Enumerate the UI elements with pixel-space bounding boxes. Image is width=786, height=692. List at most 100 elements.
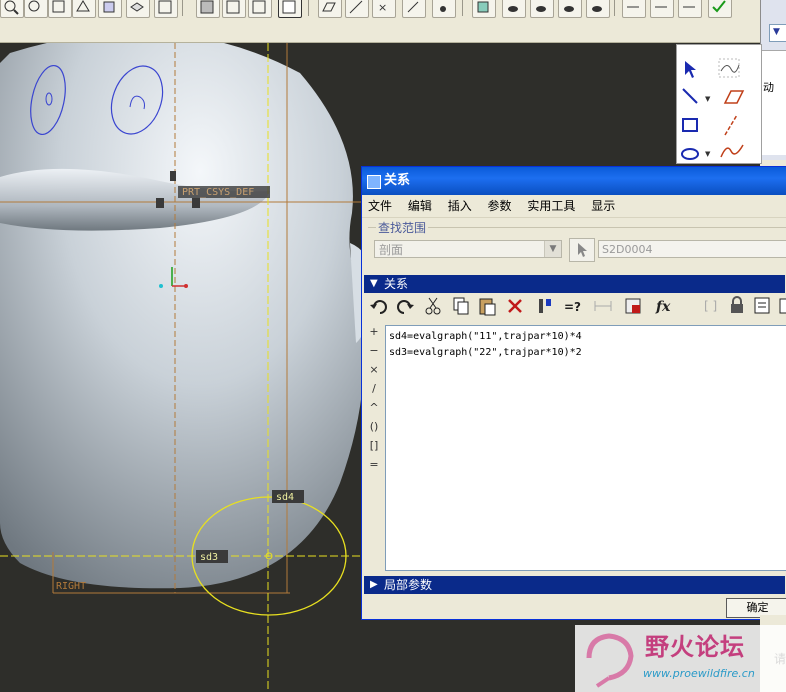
operator-palette: + − × / ^ () [] = xyxy=(366,325,382,477)
svg-text:[ ]: [ ] xyxy=(704,299,717,313)
panel-dropdown[interactable]: ▼ xyxy=(769,24,786,42)
dialog-titlebar[interactable]: 关系 xyxy=(362,167,786,195)
relation-line: sd4=evalgraph("11",trajpar*10)*4 xyxy=(389,331,582,342)
accept-icon[interactable] xyxy=(708,0,732,18)
undo-icon[interactable] xyxy=(368,295,390,319)
arc-icon[interactable] xyxy=(720,144,744,158)
delete-icon[interactable] xyxy=(504,295,526,319)
relations-section-header[interactable]: ▼ 关系 xyxy=(364,275,785,293)
toolbar-separator xyxy=(614,0,615,16)
menu-file[interactable]: 文件 xyxy=(368,199,392,213)
zoom-in-icon[interactable] xyxy=(0,0,24,18)
op-multiply[interactable]: × xyxy=(366,363,382,382)
no-hidden-icon[interactable] xyxy=(248,0,272,18)
select-arrow-icon[interactable] xyxy=(685,61,696,78)
op-brackets[interactable]: [] xyxy=(366,439,382,458)
line-icon[interactable]: ▼ xyxy=(682,88,711,104)
datum-point-icon[interactable]: × xyxy=(372,0,396,18)
appearance-icon[interactable] xyxy=(530,0,554,18)
scope-id-field[interactable]: S2D0004 xyxy=(598,240,786,258)
scope-select[interactable]: 剖面 ▼ xyxy=(374,240,562,258)
centerline-icon[interactable] xyxy=(724,114,738,136)
panel-body: 动 xyxy=(761,50,786,155)
chevron-down-icon: ▼ xyxy=(773,27,780,37)
saved-views-icon[interactable] xyxy=(98,0,122,18)
rectangle-icon[interactable] xyxy=(682,118,698,132)
measure-icon[interactable] xyxy=(592,295,614,319)
svg-text:=?: =? xyxy=(564,300,581,314)
relations-section-label: 关系 xyxy=(384,277,409,291)
orient-icon[interactable] xyxy=(72,0,96,18)
chevron-down-icon: ▼ xyxy=(544,241,561,257)
evaluate-icon[interactable]: =? xyxy=(562,295,584,319)
datum-axis-icon[interactable] xyxy=(345,0,369,18)
menu-insert[interactable]: 插入 xyxy=(448,199,472,213)
insert-parameter-icon[interactable]: [ ] xyxy=(700,295,722,319)
modify-icon[interactable] xyxy=(678,0,702,18)
sketch-view-icon[interactable] xyxy=(558,0,582,18)
watermark-url: www.proewildfire.cn xyxy=(643,667,755,680)
show-info-icon[interactable] xyxy=(778,295,786,319)
insert-function-icon[interactable]: fx xyxy=(654,295,676,319)
find-scope-label: 查找范围 xyxy=(376,219,429,236)
op-divide[interactable]: / xyxy=(366,382,382,401)
dialog-menubar: 文件 编辑 插入 参数 实用工具 显示 xyxy=(362,195,786,218)
op-equals[interactable]: = xyxy=(366,458,382,477)
model-tree-icon[interactable] xyxy=(154,0,178,18)
relation-line: sd3=evalgraph("22",trajpar*10)*2 xyxy=(389,347,582,358)
dimension-icon[interactable] xyxy=(650,0,674,18)
switch-names-icon[interactable] xyxy=(534,295,556,319)
verify-icon[interactable] xyxy=(752,295,774,319)
relations-editor[interactable]: sd4=evalgraph("11",trajpar*10)*4 sd3=eva… xyxy=(385,325,786,571)
menu-edit[interactable]: 编辑 xyxy=(408,199,432,213)
toolbar-separator xyxy=(308,0,309,16)
svg-text:fx: fx xyxy=(655,299,671,315)
csys-icon[interactable] xyxy=(402,0,426,18)
dim-sd4-label[interactable]: sd4 xyxy=(276,492,294,503)
parallelogram-icon[interactable] xyxy=(723,90,745,104)
spline-icon[interactable] xyxy=(718,58,740,78)
refit-icon[interactable] xyxy=(48,0,72,18)
panel-side-label: 动 xyxy=(763,81,774,94)
analysis-icon[interactable] xyxy=(586,0,610,18)
annotation-icon[interactable] xyxy=(432,0,456,18)
main-toolbar: × xyxy=(0,0,760,43)
dim-sd3-label[interactable]: sd3 xyxy=(200,552,218,563)
lock-icon[interactable] xyxy=(726,295,748,319)
menu-utilities[interactable]: 实用工具 xyxy=(527,199,575,213)
sort-relations-icon[interactable] xyxy=(622,295,644,319)
datum-plane-icon[interactable] xyxy=(318,0,342,18)
op-plus[interactable]: + xyxy=(366,325,382,344)
toolbar-separator xyxy=(462,0,463,16)
local-params-section-header[interactable]: ▶ 局部参数 xyxy=(364,576,785,594)
shading-icon[interactable] xyxy=(196,0,220,18)
watermark: 野火论坛 www.proewildfire.cn xyxy=(575,625,786,692)
forum-logo-icon xyxy=(586,633,634,688)
sketch-tool-palette: ▼ ▼ xyxy=(676,44,762,164)
hidden-line-icon[interactable] xyxy=(222,0,246,18)
select-arrow-icon xyxy=(578,243,587,257)
constraint-icon[interactable] xyxy=(622,0,646,18)
paste-icon[interactable] xyxy=(476,295,498,319)
view-manager-icon[interactable] xyxy=(502,0,526,18)
select-item-button[interactable] xyxy=(569,238,595,262)
layers-icon[interactable] xyxy=(126,0,150,18)
scope-value: 剖面 xyxy=(379,243,404,257)
op-power[interactable]: ^ xyxy=(366,401,382,420)
menu-parameters[interactable]: 参数 xyxy=(488,199,512,213)
copy-icon[interactable] xyxy=(450,295,472,319)
zoom-out-icon[interactable] xyxy=(24,0,48,18)
expand-icon: ▶ xyxy=(370,579,378,590)
redo-icon[interactable] xyxy=(394,295,416,319)
wireframe-icon[interactable] xyxy=(278,0,302,18)
local-params-label: 局部参数 xyxy=(384,578,433,592)
menu-display[interactable]: 显示 xyxy=(591,199,615,213)
op-minus[interactable]: − xyxy=(366,344,382,363)
op-parentheses[interactable]: () xyxy=(366,420,382,439)
circle-icon[interactable]: ▼ xyxy=(681,148,711,160)
plane-label: RIGHT xyxy=(56,581,86,592)
csys-label: PRT_CSYS_DEF xyxy=(182,187,254,198)
cut-icon[interactable] xyxy=(422,295,444,319)
spin-center-icon[interactable] xyxy=(472,0,496,18)
relations-dialog: 关系 文件 编辑 插入 参数 实用工具 显示 查找范围 剖面 ▼ S2D0004… xyxy=(361,166,786,620)
